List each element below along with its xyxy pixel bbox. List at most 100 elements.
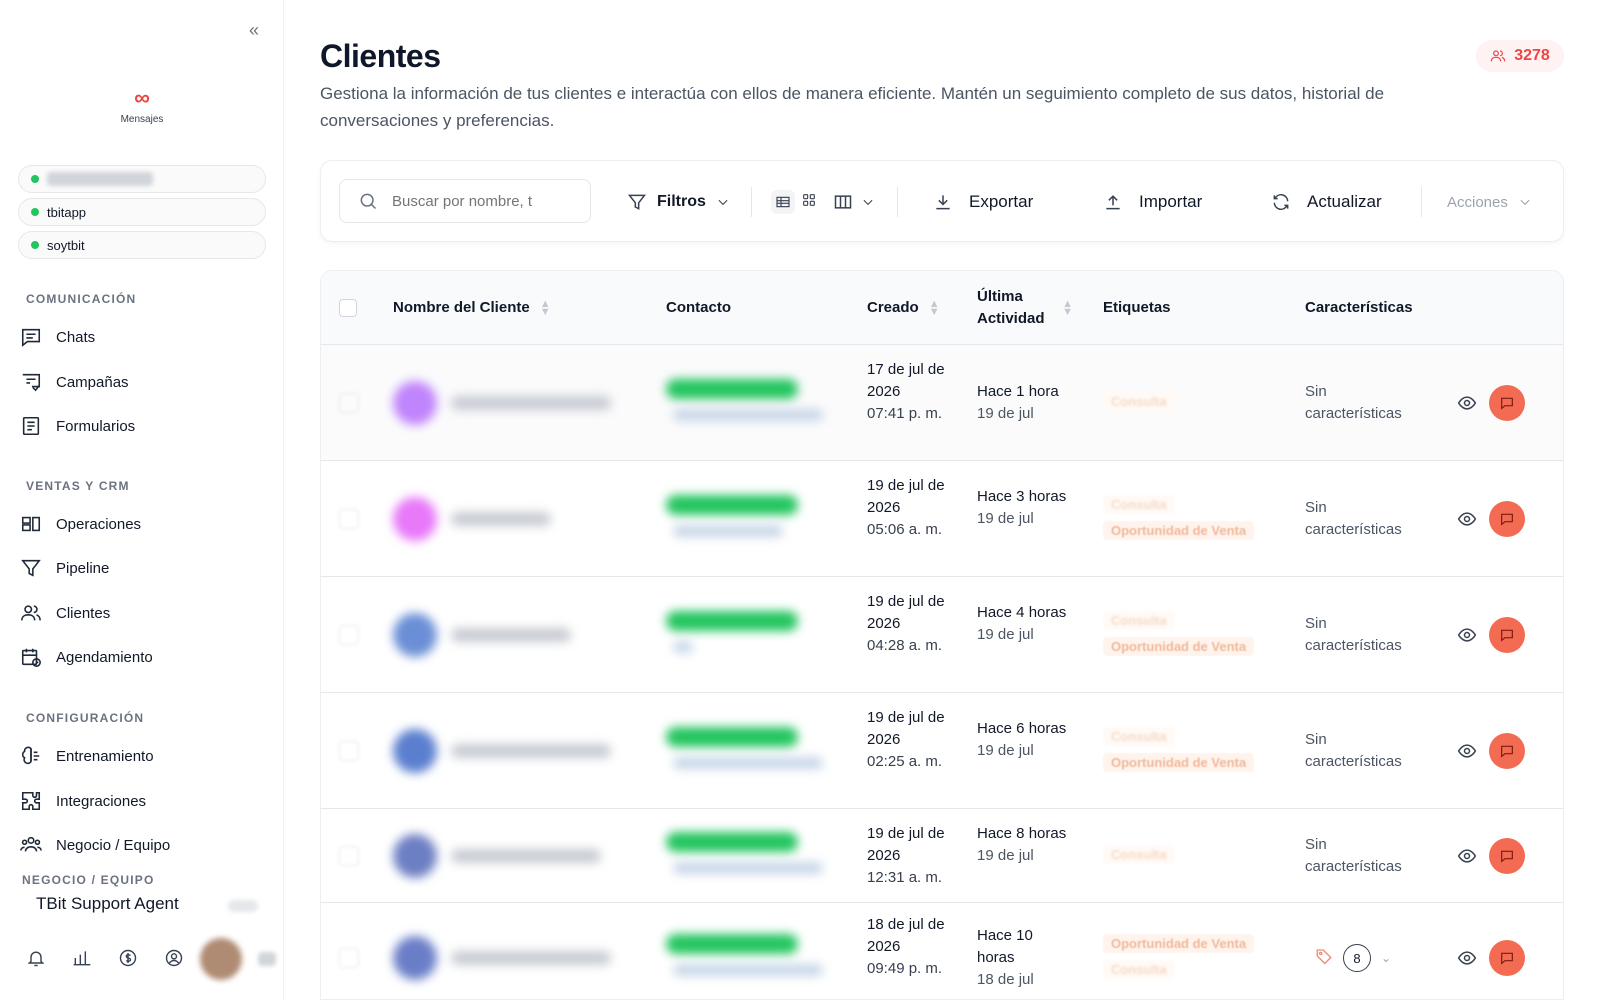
sidebar-item-operaciones[interactable]: Operaciones: [20, 508, 270, 540]
sidebar-item-chats[interactable]: Chats: [20, 321, 270, 353]
message-icon: [1501, 397, 1513, 410]
row-checkbox[interactable]: [339, 509, 359, 529]
channel-name: tbitapp: [47, 204, 87, 220]
view-client-button[interactable]: [1457, 948, 1477, 968]
refresh-button[interactable]: Actualizar: [1271, 185, 1382, 219]
select-all-checkbox[interactable]: [339, 299, 357, 317]
row-checkbox[interactable]: [339, 625, 359, 645]
view-client-button[interactable]: [1457, 846, 1477, 866]
column-header-activity[interactable]: Última Actividad ▲ ▼: [977, 271, 1073, 345]
avatar-menu-redacted[interactable]: [258, 952, 276, 966]
client-avatar-redacted: [393, 613, 437, 657]
contact-phone-redacted[interactable]: [666, 832, 798, 852]
column-header-created[interactable]: Creado ▲ ▼: [867, 271, 940, 345]
open-chat-button[interactable]: [1489, 385, 1525, 421]
column-label: Nombre del Cliente: [393, 299, 530, 316]
column-header-name[interactable]: Nombre del Cliente ▲ ▼: [393, 271, 551, 345]
contact-phone-redacted[interactable]: [666, 379, 798, 399]
search-box[interactable]: [339, 179, 591, 223]
footer-business-title: NEGOCIO / EQUIPO: [22, 873, 155, 887]
agent-name[interactable]: TBit Support Agent: [36, 894, 179, 914]
sidebar-item-integraciones[interactable]: Integraciones: [20, 785, 270, 817]
online-dot-icon: [31, 241, 39, 249]
row-checkbox[interactable]: [339, 741, 359, 761]
contact-email-redacted: [673, 641, 693, 653]
bell-icon[interactable]: [26, 948, 46, 968]
row-checkbox[interactable]: [339, 948, 359, 968]
view-client-button[interactable]: [1457, 393, 1477, 413]
import-button[interactable]: Importar: [1103, 185, 1202, 219]
message-icon: [1501, 850, 1513, 863]
table-header: Nombre del Cliente ▲ ▼ Contacto Creado ▲ ▼…: [321, 271, 1563, 345]
features-summary[interactable]: 8 ⌄: [1315, 944, 1391, 972]
client-name-redacted[interactable]: [451, 951, 611, 965]
contact-email-redacted: [673, 964, 823, 976]
activity-text: Hace 10 horas: [977, 927, 1033, 966]
open-chat-button[interactable]: [1489, 838, 1525, 874]
contact-phone-redacted[interactable]: [666, 727, 798, 747]
search-input[interactable]: [392, 192, 552, 210]
eye-icon: [1457, 744, 1477, 758]
sidebar-item-entrenamiento[interactable]: Entrenamiento: [20, 740, 270, 772]
channel-pill-soytbit[interactable]: soytbit: [18, 231, 266, 259]
sidebar-item-agendamiento[interactable]: Agendamiento: [20, 641, 270, 673]
user-circle-icon[interactable]: [164, 948, 184, 968]
created-date: 19 de jul de 2026 12:31 a. m.: [867, 823, 963, 889]
table-row[interactable]: 17 de jul de 2026 07:41 p. m. Hace 1 hor…: [321, 345, 1563, 461]
table-row[interactable]: 19 de jul de 2026 05:06 a. m. Hace 3 hor…: [321, 461, 1563, 577]
sidebar-item-clientes[interactable]: Clientes: [20, 597, 270, 629]
sidebar-item-formularios[interactable]: Formularios: [20, 410, 270, 442]
features-text: Sin características: [1305, 731, 1402, 770]
open-chat-button[interactable]: [1489, 940, 1525, 976]
table-row[interactable]: 19 de jul de 2026 02:25 a. m. Hace 6 hor…: [321, 693, 1563, 809]
client-name-redacted[interactable]: [451, 744, 611, 758]
refresh-icon: [1273, 193, 1289, 211]
last-activity: Hace 4 horas 19 de jul: [977, 602, 1073, 646]
export-button[interactable]: Exportar: [933, 185, 1033, 219]
table-row[interactable]: 19 de jul de 2026 12:31 a. m. Hace 8 hor…: [321, 809, 1563, 903]
channel-pill-tbitapp[interactable]: tbitapp: [18, 198, 266, 226]
row-checkbox[interactable]: [339, 846, 359, 866]
row-checkbox[interactable]: [339, 393, 359, 413]
chevron-down-icon[interactable]: ⌄: [1381, 951, 1391, 965]
activity-date-text: 18 de jul: [977, 971, 1034, 988]
view-client-button[interactable]: [1457, 625, 1477, 645]
channel-pill-blurred[interactable]: [18, 165, 266, 193]
sidebar-item-negocio-equipo[interactable]: Negocio / Equipo: [20, 829, 270, 861]
brain-icon: [21, 746, 40, 765]
created-date-text: 19 de jul de 2026: [867, 709, 945, 748]
bar-chart-icon[interactable]: [72, 948, 92, 968]
grid-view-button[interactable]: [801, 192, 817, 213]
activity-text: Hace 8 horas: [977, 825, 1067, 842]
open-chat-button[interactable]: [1489, 501, 1525, 537]
table-row[interactable]: 18 de jul de 2026 09:49 p. m. Hace 10 ho…: [321, 903, 1563, 999]
avatar[interactable]: [200, 938, 242, 980]
table-row[interactable]: 19 de jul de 2026 04:28 a. m. Hace 4 hor…: [321, 577, 1563, 693]
contact-phone-redacted[interactable]: [666, 934, 798, 954]
table-view-button[interactable]: [771, 190, 795, 214]
kanban-icon: [21, 516, 41, 532]
client-name-redacted[interactable]: [451, 396, 611, 410]
view-client-button[interactable]: [1457, 509, 1477, 529]
open-chat-button[interactable]: [1489, 733, 1525, 769]
client-name-redacted[interactable]: [451, 849, 601, 863]
actions-label: Acciones: [1447, 193, 1508, 211]
collapse-sidebar-icon[interactable]: «: [244, 20, 264, 40]
open-chat-button[interactable]: [1489, 617, 1525, 653]
column-label: Creado: [867, 299, 919, 316]
dollar-icon[interactable]: [118, 948, 138, 968]
filters-button[interactable]: Filtros: [627, 185, 730, 219]
actions-dropdown[interactable]: Acciones: [1447, 185, 1532, 219]
sidebar-item-pipeline[interactable]: Pipeline: [20, 552, 270, 584]
contact-phone-redacted[interactable]: [666, 611, 798, 631]
client-name-redacted[interactable]: [451, 512, 551, 526]
view-client-button[interactable]: [1457, 741, 1477, 761]
column-label: Etiquetas: [1103, 299, 1171, 316]
eye-icon: [1457, 512, 1477, 526]
sidebar-item-campanas[interactable]: Campañas: [20, 366, 270, 398]
created-date-text: 19 de jul de 2026: [867, 825, 945, 864]
client-name-redacted[interactable]: [451, 628, 571, 642]
columns-button[interactable]: [833, 185, 875, 219]
contact-phone-redacted[interactable]: [666, 495, 798, 515]
client-avatar-redacted: [393, 729, 437, 773]
